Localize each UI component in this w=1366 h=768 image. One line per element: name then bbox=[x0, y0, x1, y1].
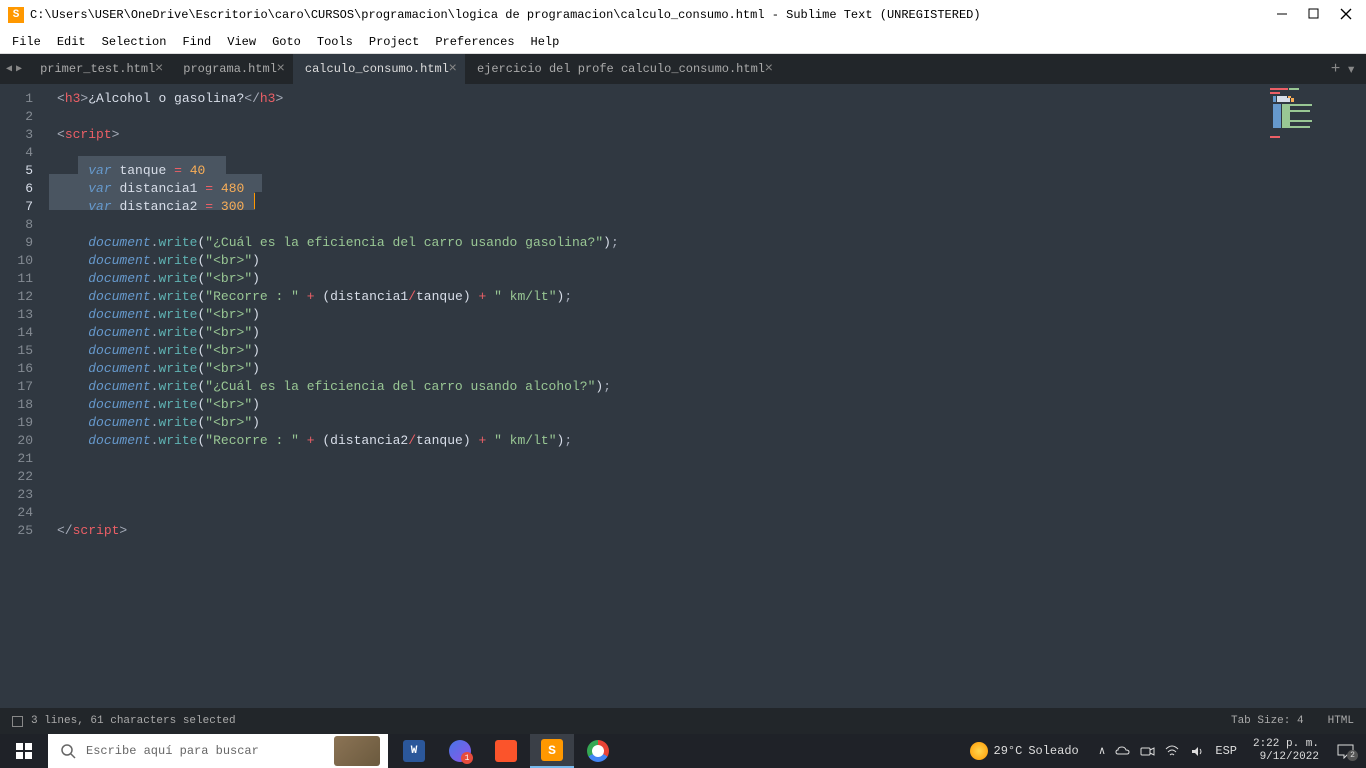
minimize-button[interactable] bbox=[1276, 8, 1290, 22]
tab-ejercicio[interactable]: ejercicio del profe calculo_consumo.html… bbox=[465, 54, 781, 84]
statusbar: 3 lines, 61 characters selected Tab Size… bbox=[0, 708, 1366, 734]
taskbar-search[interactable]: Escribe aquí para buscar bbox=[48, 734, 388, 768]
search-hero-image bbox=[334, 736, 380, 766]
onedrive-icon[interactable] bbox=[1115, 744, 1130, 759]
window-title: C:\Users\USER\OneDrive\Escritorio\caro\C… bbox=[30, 8, 1276, 22]
panel-toggle-icon[interactable] bbox=[12, 716, 23, 727]
line-gutter: 1234567891011121314151617181920212223242… bbox=[0, 84, 49, 708]
maximize-button[interactable] bbox=[1308, 8, 1322, 22]
search-placeholder: Escribe aquí para buscar bbox=[86, 744, 259, 758]
tab-calculo-consumo[interactable]: calculo_consumo.html× bbox=[293, 54, 465, 84]
wifi-icon[interactable] bbox=[1165, 744, 1180, 759]
search-icon bbox=[60, 743, 76, 759]
menu-file[interactable]: File bbox=[4, 35, 49, 49]
tab-nav-forward-icon[interactable]: ▶ bbox=[16, 63, 22, 75]
menubar: File Edit Selection Find View Goto Tools… bbox=[0, 30, 1366, 54]
taskbar-word-icon[interactable]: W bbox=[392, 734, 436, 768]
menu-preferences[interactable]: Preferences bbox=[427, 35, 522, 49]
titlebar: S C:\Users\USER\OneDrive\Escritorio\caro… bbox=[0, 0, 1366, 30]
minimap[interactable] bbox=[1266, 84, 1366, 708]
taskbar: Escribe aquí para buscar W 1 S 29°C Sole… bbox=[0, 734, 1366, 768]
sun-icon bbox=[970, 742, 988, 760]
tab-label: primer_test.html bbox=[40, 62, 155, 76]
tab-nav-back-icon[interactable]: ◀ bbox=[6, 63, 12, 75]
menu-edit[interactable]: Edit bbox=[49, 35, 94, 49]
tray-chevron-up-icon[interactable]: ∧ bbox=[1099, 744, 1106, 758]
clock-time: 2:22 p. m. bbox=[1253, 738, 1319, 751]
menu-find[interactable]: Find bbox=[174, 35, 219, 49]
taskbar-sublime-icon[interactable]: S bbox=[530, 734, 574, 768]
tabbar: ◀ ▶ primer_test.html× programa.html× cal… bbox=[0, 54, 1366, 84]
tab-label: programa.html bbox=[183, 62, 277, 76]
syntax-status[interactable]: HTML bbox=[1328, 715, 1354, 727]
language-indicator[interactable]: ESP bbox=[1215, 744, 1237, 758]
text-cursor bbox=[254, 193, 255, 209]
menu-tools[interactable]: Tools bbox=[309, 35, 361, 49]
menu-help[interactable]: Help bbox=[523, 35, 568, 49]
tab-programa[interactable]: programa.html× bbox=[171, 54, 293, 84]
code-area[interactable]: <h3>¿Alcohol o gasolina?</h3> <script> v… bbox=[49, 84, 1366, 708]
taskbar-clock[interactable]: 2:22 p. m. 9/12/2022 bbox=[1247, 738, 1325, 764]
taskbar-chrome-icon[interactable] bbox=[576, 734, 620, 768]
weather-desc: Soleado bbox=[1028, 744, 1078, 758]
weather-temp: 29°C bbox=[994, 744, 1023, 758]
volume-icon[interactable] bbox=[1190, 744, 1205, 759]
meet-now-icon[interactable] bbox=[1140, 744, 1155, 759]
system-tray[interactable]: ∧ ESP bbox=[1093, 744, 1243, 759]
taskbar-brave-icon[interactable] bbox=[484, 734, 528, 768]
tab-close-icon[interactable]: × bbox=[277, 61, 285, 77]
clock-date: 9/12/2022 bbox=[1253, 751, 1319, 764]
weather-widget[interactable]: 29°C Soleado bbox=[960, 742, 1089, 760]
menu-goto[interactable]: Goto bbox=[264, 35, 309, 49]
taskbar-copilot-icon[interactable]: 1 bbox=[438, 734, 482, 768]
menu-view[interactable]: View bbox=[219, 35, 264, 49]
tab-label: ejercicio del profe calculo_consumo.html bbox=[477, 62, 765, 76]
notification-badge: 2 bbox=[1347, 750, 1358, 761]
tab-menu-icon[interactable]: ▾ bbox=[1346, 59, 1356, 79]
tab-close-icon[interactable]: × bbox=[155, 61, 163, 77]
start-button[interactable] bbox=[0, 734, 48, 768]
notifications-button[interactable]: 2 bbox=[1329, 744, 1362, 759]
editor[interactable]: 1234567891011121314151617181920212223242… bbox=[0, 84, 1366, 708]
tab-close-icon[interactable]: × bbox=[765, 61, 773, 77]
new-tab-button[interactable]: + bbox=[1331, 60, 1341, 78]
tab-primer-test[interactable]: primer_test.html× bbox=[28, 54, 171, 84]
selection-status: 3 lines, 61 characters selected bbox=[31, 715, 236, 727]
close-button[interactable] bbox=[1340, 8, 1354, 22]
tab-label: calculo_consumo.html bbox=[305, 62, 449, 76]
menu-project[interactable]: Project bbox=[361, 35, 427, 49]
menu-selection[interactable]: Selection bbox=[94, 35, 175, 49]
tab-size-status[interactable]: Tab Size: 4 bbox=[1231, 715, 1304, 727]
app-icon: S bbox=[8, 7, 24, 23]
tab-close-icon[interactable]: × bbox=[449, 61, 457, 77]
